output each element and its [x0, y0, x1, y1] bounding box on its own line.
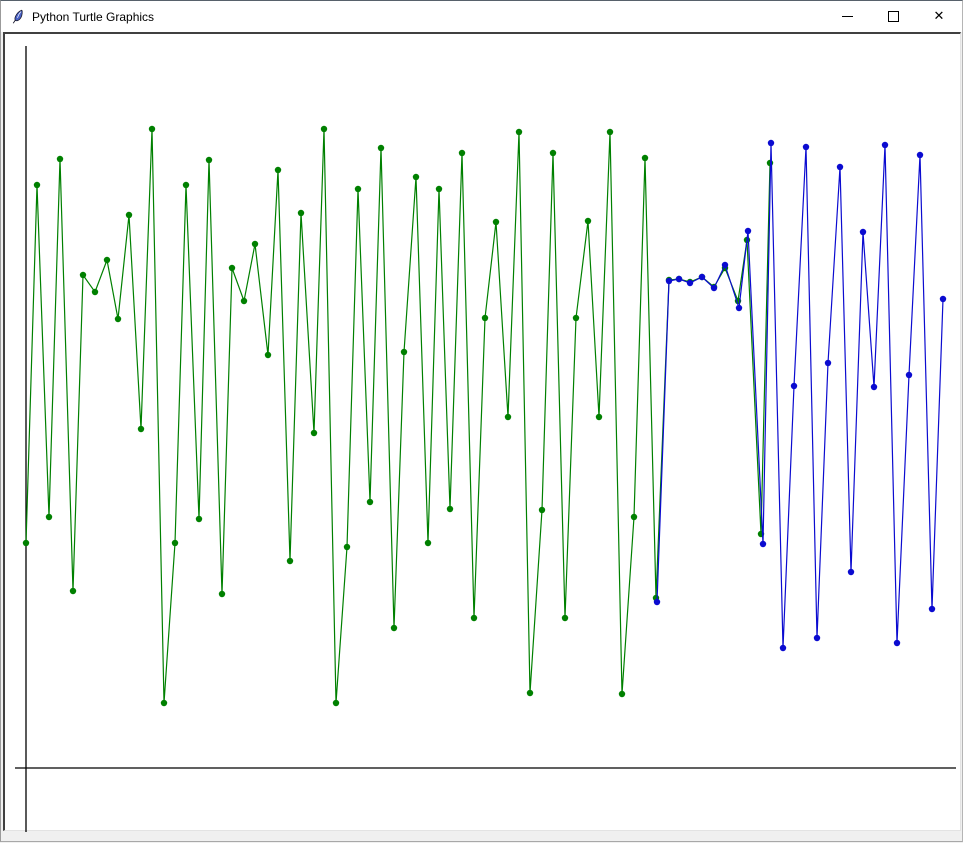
window-controls: ✕: [824, 1, 962, 32]
maximize-icon: [888, 11, 899, 22]
close-button[interactable]: ✕: [916, 1, 962, 32]
window-title: Python Turtle Graphics: [32, 9, 154, 24]
turtle-canvas: [3, 32, 961, 831]
close-icon: ✕: [934, 10, 945, 23]
minimize-icon: [842, 16, 853, 17]
minimize-button[interactable]: [824, 1, 870, 32]
tk-feather-icon: [10, 9, 26, 25]
title-bar[interactable]: Python Turtle Graphics ✕: [1, 1, 962, 32]
turtle-graphics-window: Python Turtle Graphics ✕: [0, 0, 963, 842]
maximize-button[interactable]: [870, 1, 916, 32]
